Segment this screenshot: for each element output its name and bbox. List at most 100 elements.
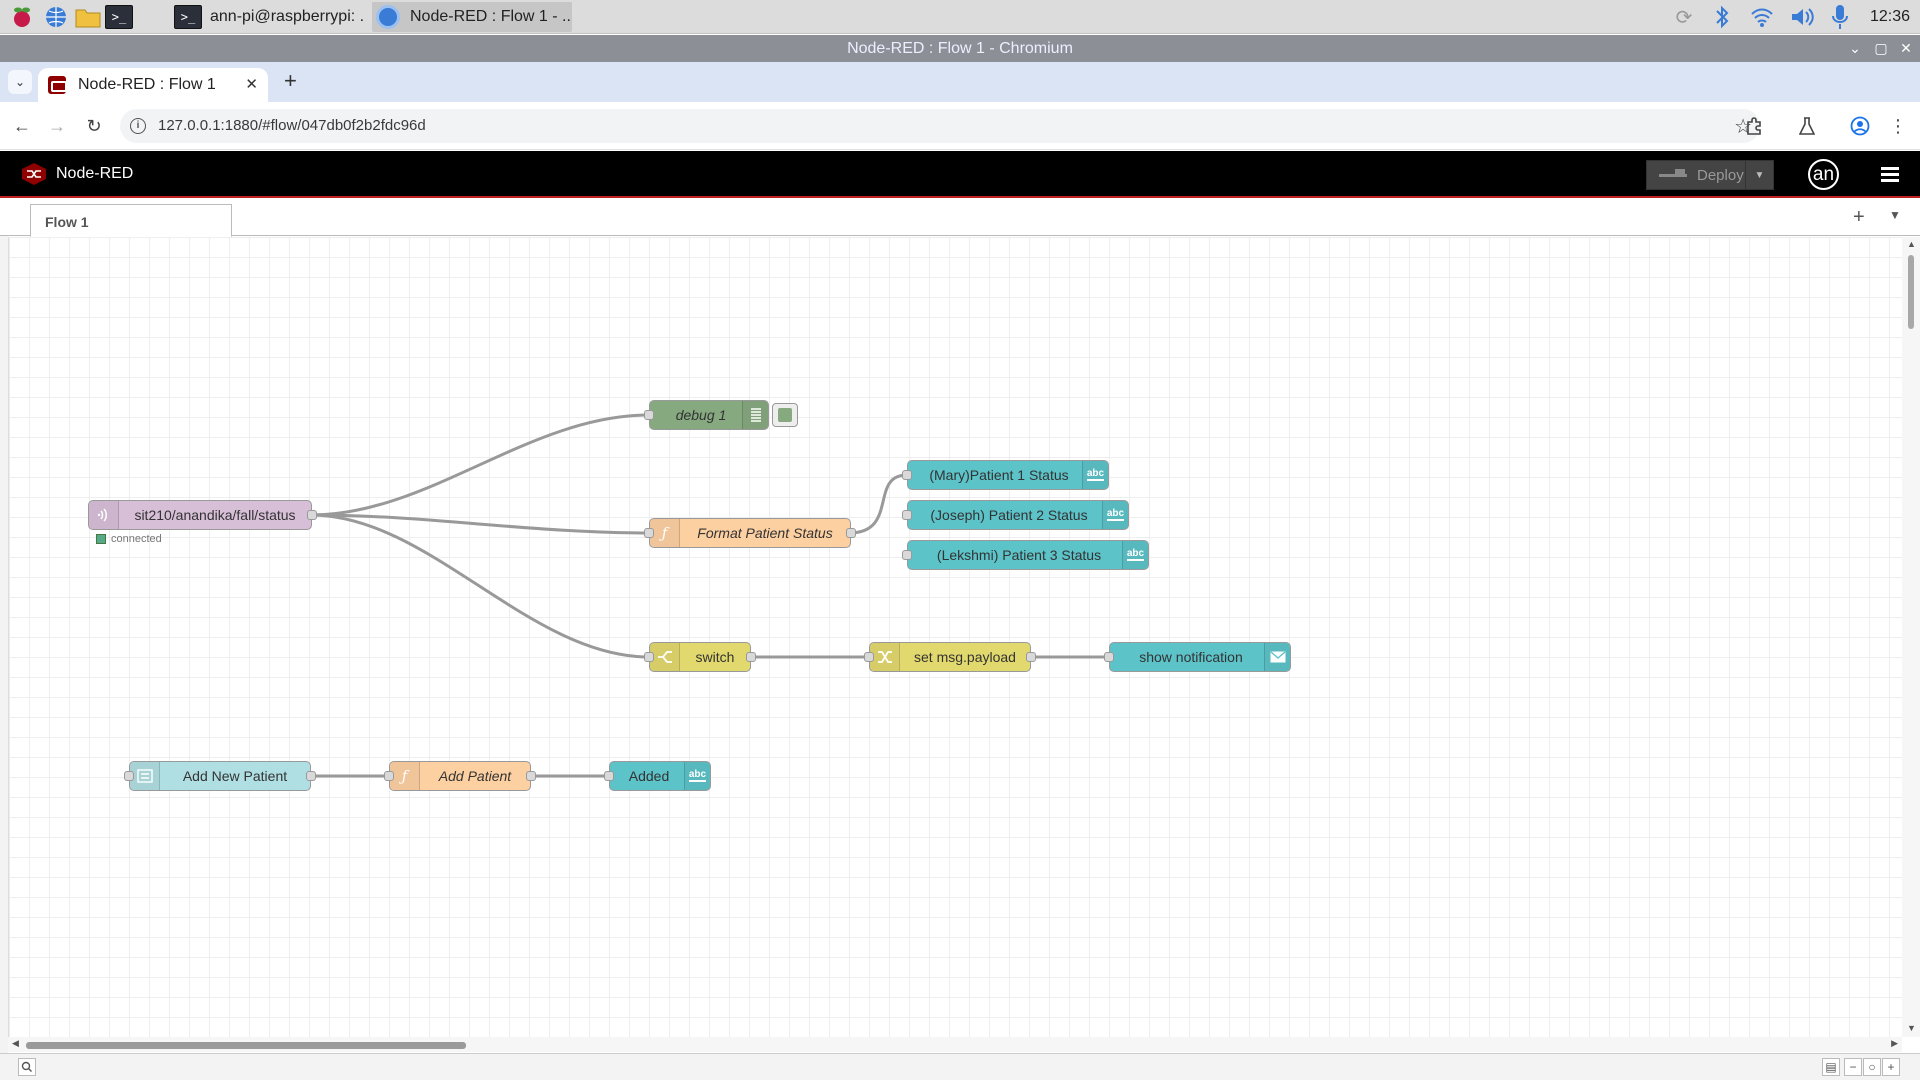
new-tab-icon[interactable]: + xyxy=(284,68,297,94)
input-port[interactable] xyxy=(384,771,394,781)
workspace-footer: ▤ − ○ + xyxy=(0,1053,1920,1080)
function-node-format[interactable]: ƒ Format Patient Status xyxy=(644,518,856,548)
output-port[interactable] xyxy=(306,771,316,781)
input-port[interactable] xyxy=(604,771,614,781)
input-port[interactable] xyxy=(864,652,874,662)
labs-flask-icon[interactable] xyxy=(1795,114,1819,138)
volume-icon[interactable] xyxy=(1788,4,1818,30)
maximize-icon[interactable]: ▢ xyxy=(1871,35,1891,62)
terminal-icon[interactable]: >_ xyxy=(105,3,133,31)
horizontal-scrollbar[interactable]: ◀ ▶ xyxy=(8,1037,1902,1052)
change-node[interactable]: set msg.payload xyxy=(864,642,1036,672)
vertical-scrollbar[interactable]: ▲ ▼ xyxy=(1902,237,1920,1037)
user-avatar[interactable]: an xyxy=(1808,159,1839,190)
node-label: Added xyxy=(628,768,670,784)
wires-layer xyxy=(310,413,1109,778)
zoom-in-icon[interactable]: + xyxy=(1882,1058,1900,1076)
scroll-right-icon[interactable]: ▶ xyxy=(1891,1038,1898,1049)
back-icon[interactable]: ← xyxy=(10,114,34,138)
close-window-icon[interactable]: ✕ xyxy=(1896,35,1916,62)
deploy-label: Deploy xyxy=(1697,166,1744,184)
scroll-up-icon[interactable]: ▲ xyxy=(1907,239,1916,249)
raspberry-menu-icon[interactable] xyxy=(8,3,36,31)
browser-tab-nodered[interactable]: Node-RED : Flow 1 ✕ xyxy=(38,68,268,102)
scroll-thumb[interactable] xyxy=(26,1042,466,1049)
task-label: ann-pi@raspberrypi: . xyxy=(210,8,365,25)
wire xyxy=(310,513,650,659)
add-flow-icon[interactable]: + xyxy=(1853,206,1865,229)
profile-icon[interactable] xyxy=(1848,114,1872,138)
input-port[interactable] xyxy=(902,470,912,480)
taskbar-task-chromium[interactable]: Node-RED : Flow 1 - .. xyxy=(372,2,572,32)
reload-icon[interactable]: ↻ xyxy=(82,114,106,138)
notification-node[interactable]: show notification xyxy=(1104,642,1291,672)
text-node-patient-1[interactable]: (Mary)Patient 1 Status abc xyxy=(902,460,1109,490)
text-node-added[interactable]: Added abc xyxy=(604,761,711,791)
address-bar[interactable]: i 127.0.0.1:1880/#flow/047db0f2b2fdc96d … xyxy=(120,109,1760,143)
search-icon[interactable] xyxy=(18,1058,36,1076)
deploy-button[interactable]: Deploy ▼ xyxy=(1646,160,1774,190)
wifi-icon[interactable] xyxy=(1748,4,1776,30)
tab-flow-1[interactable]: Flow 1 xyxy=(30,204,232,237)
app-title: Node-RED xyxy=(56,165,134,182)
taskbar-task-terminal[interactable]: >_ ann-pi@raspberrypi: . xyxy=(140,2,366,32)
microphone-icon[interactable] xyxy=(1828,4,1852,30)
extensions-icon[interactable] xyxy=(1742,114,1766,138)
mqtt-in-node[interactable]: sit210/anandika/fall/status xyxy=(88,500,317,530)
flow-list-dropdown-icon[interactable]: ▼ xyxy=(1889,208,1901,222)
input-port[interactable] xyxy=(644,528,654,538)
globe-icon[interactable] xyxy=(42,3,70,31)
node-label: Add Patient xyxy=(438,768,512,784)
flow-canvas[interactable]: sit210/anandika/fall/status connected de… xyxy=(8,237,1902,1037)
input-port[interactable] xyxy=(902,550,912,560)
debug-node[interactable]: debug 1 xyxy=(644,400,769,430)
node-label: sit210/anandika/fall/status xyxy=(134,507,296,523)
output-port[interactable] xyxy=(746,652,756,662)
output-port[interactable] xyxy=(846,528,856,538)
task-label: Node-RED : Flow 1 - .. xyxy=(410,8,571,25)
input-port[interactable] xyxy=(1104,652,1114,662)
zoom-reset-icon[interactable]: ○ xyxy=(1863,1058,1881,1076)
tab-search-dropdown-icon[interactable]: ⌄ xyxy=(8,70,32,94)
chromium-icon xyxy=(376,5,400,29)
minimize-icon[interactable]: ⌄ xyxy=(1845,35,1865,62)
main-menu-icon[interactable] xyxy=(1881,167,1899,183)
scroll-down-icon[interactable]: ▼ xyxy=(1907,1023,1916,1033)
close-tab-icon[interactable]: ✕ xyxy=(245,75,258,93)
function-icon: ƒ xyxy=(390,762,420,790)
node-label: Add New Patient xyxy=(182,768,288,784)
deploy-icon xyxy=(1659,169,1687,181)
input-port[interactable] xyxy=(124,771,134,781)
window-title: Node-RED : Flow 1 - Chromium xyxy=(0,35,1920,62)
folder-icon[interactable] xyxy=(74,3,102,31)
output-port[interactable] xyxy=(1026,652,1036,662)
url-text[interactable]: 127.0.0.1:1880/#flow/047db0f2b2fdc96d xyxy=(158,117,426,134)
kebab-menu-icon[interactable]: ⋮ xyxy=(1886,114,1910,138)
text-node-patient-2[interactable]: (Joseph) Patient 2 Status abc xyxy=(902,500,1129,530)
input-port[interactable] xyxy=(644,410,654,420)
input-port[interactable] xyxy=(644,652,654,662)
scroll-thumb[interactable] xyxy=(1908,255,1914,329)
bluetooth-icon[interactable] xyxy=(1710,4,1734,30)
text-node-patient-3[interactable]: (Lekshmi) Patient 3 Status abc xyxy=(902,540,1149,570)
scroll-left-icon[interactable]: ◀ xyxy=(12,1038,19,1049)
switch-node[interactable]: switch xyxy=(644,642,756,672)
site-info-icon[interactable]: i xyxy=(130,118,146,134)
form-node[interactable]: Add New Patient xyxy=(124,761,316,791)
os-taskbar: >_ >_ ann-pi@raspberrypi: . Node-RED : F… xyxy=(0,0,1920,34)
function-node-add-patient[interactable]: ƒ Add Patient xyxy=(384,761,536,791)
terminal-icon: >_ xyxy=(174,5,202,29)
output-port[interactable] xyxy=(526,771,536,781)
navigator-map-icon[interactable]: ▤ xyxy=(1822,1058,1840,1076)
forward-icon[interactable]: → xyxy=(45,114,69,138)
output-port[interactable] xyxy=(307,510,317,520)
zoom-out-icon[interactable]: − xyxy=(1844,1058,1862,1076)
wire xyxy=(848,473,908,535)
input-port[interactable] xyxy=(902,510,912,520)
deploy-dropdown-icon[interactable]: ▼ xyxy=(1745,161,1773,189)
debug-toggle-button[interactable] xyxy=(772,403,798,427)
wire xyxy=(310,413,650,517)
nodered-header: Node-RED Deploy ▼ an xyxy=(0,151,1920,198)
palette-collapsed-edge[interactable] xyxy=(0,200,8,1072)
sync-icon[interactable]: ⟳ xyxy=(1670,4,1698,30)
